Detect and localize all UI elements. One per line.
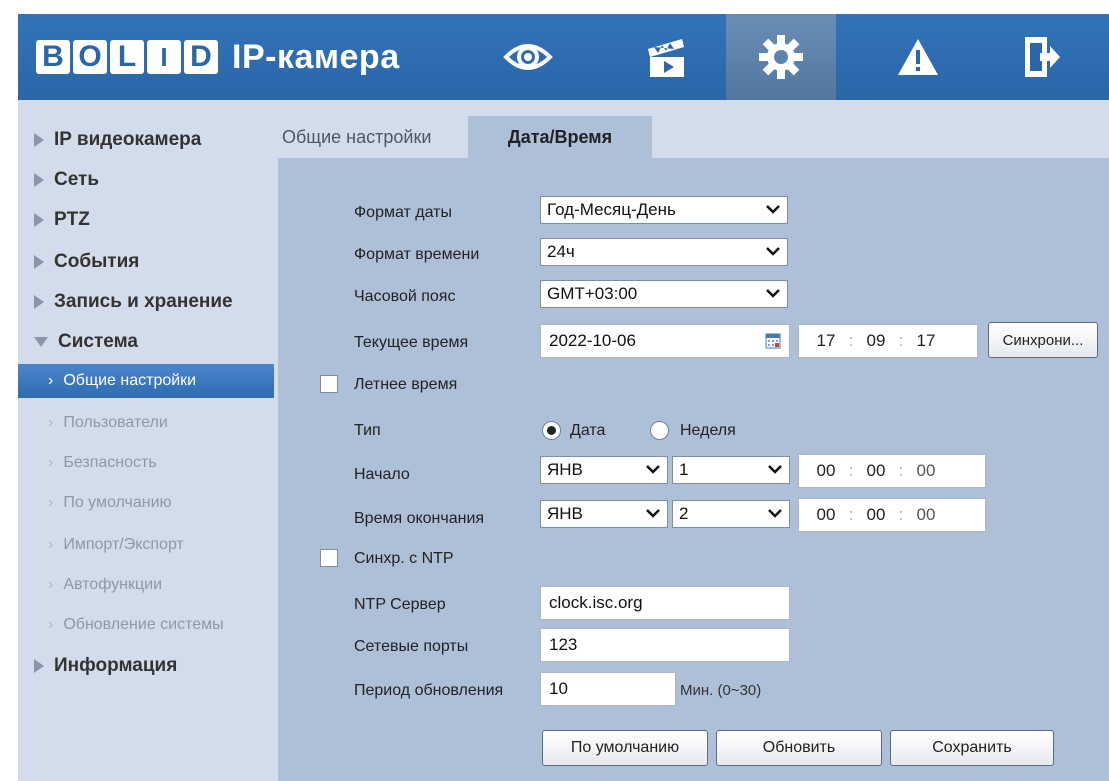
- brand-logo: B O L I D: [36, 40, 218, 74]
- sidebar-item-info[interactable]: Информация: [34, 652, 177, 680]
- type-week-label: Неделя: [680, 422, 736, 439]
- sidebar-subitem-security[interactable]: › Безпасность: [18, 446, 274, 480]
- chevron-right-icon: ›: [48, 616, 54, 633]
- dst-start-label: Начало: [354, 466, 410, 483]
- settings-icon[interactable]: [726, 14, 836, 100]
- chevron-down-icon: [768, 509, 782, 518]
- update-period-unit: Мин. (0~30): [680, 682, 762, 699]
- sidebar-subitem-import-export[interactable]: › Импорт/Экспорт: [18, 528, 274, 562]
- playback-icon[interactable]: [622, 14, 710, 100]
- end-month-select[interactable]: ЯНВ: [540, 500, 668, 528]
- sidebar-item-storage[interactable]: Запись и хранение: [34, 288, 233, 316]
- ntp-checkbox[interactable]: [320, 549, 338, 567]
- chevron-right-icon: ›: [48, 494, 54, 511]
- sidebar-subitem-users[interactable]: › Пользователи: [18, 406, 274, 440]
- sidebar-subitem-general[interactable]: › Общие настройки: [18, 364, 274, 398]
- sidebar-item-events[interactable]: События: [34, 248, 139, 276]
- chevron-down-icon: [768, 465, 782, 474]
- current-time-label: Текущее время: [354, 334, 469, 351]
- sync-pc-button[interactable]: Синхрони...: [988, 322, 1098, 358]
- date-format-select[interactable]: Год-Месяц-День: [540, 196, 788, 224]
- timezone-select[interactable]: GMT+03:00: [540, 280, 788, 308]
- time-format-select[interactable]: 24ч: [540, 238, 788, 266]
- start-month-select[interactable]: ЯНВ: [540, 456, 668, 484]
- chevron-down-icon: [766, 205, 780, 214]
- sidebar: IP видеокамера Сеть PTZ События Запись и…: [18, 100, 278, 781]
- type-date-label: Дата: [570, 422, 606, 439]
- tab-general[interactable]: Общие настройки: [278, 116, 468, 158]
- timezone-label: Часовой пояс: [354, 288, 456, 305]
- sidebar-item-ip-camera[interactable]: IP видеокамера: [34, 126, 201, 154]
- chevron-right-icon: ›: [48, 454, 54, 471]
- logo: B O L I D IP-камера: [36, 38, 400, 76]
- refresh-button[interactable]: Обновить: [716, 730, 882, 766]
- expand-arrow-icon: [34, 255, 44, 269]
- chevron-right-icon: ›: [48, 536, 54, 553]
- start-time-input[interactable]: 00 : 00 : 00: [798, 454, 986, 488]
- ntp-server-input[interactable]: clock.isc.org: [540, 586, 790, 620]
- type-date-radio[interactable]: [542, 421, 561, 440]
- date-format-label: Формат даты: [354, 204, 452, 221]
- sidebar-item-network[interactable]: Сеть: [34, 166, 99, 194]
- sidebar-subitem-default[interactable]: › По умолчанию: [18, 486, 274, 520]
- sidebar-item-system[interactable]: Система: [34, 328, 138, 356]
- sidebar-subitem-auto-functions[interactable]: › Автофункции: [18, 568, 274, 602]
- type-week-radio[interactable]: [650, 421, 669, 440]
- chevron-right-icon: ›: [48, 414, 54, 431]
- app-title: IP-камера: [232, 37, 400, 76]
- content-area: Общие настройки Дата/Время Формат даты Г…: [278, 100, 1109, 781]
- dst-type-label: Тип: [354, 422, 381, 439]
- collapse-arrow-icon: [34, 337, 48, 347]
- update-period-label: Период обновления: [354, 682, 504, 699]
- update-period-input[interactable]: 10: [540, 672, 676, 706]
- end-time-input[interactable]: 00 : 00 : 00: [798, 498, 986, 532]
- chevron-right-icon: ›: [48, 576, 54, 593]
- chevron-down-icon: [766, 289, 780, 298]
- live-view-icon[interactable]: [484, 14, 572, 100]
- chevron-down-icon: [646, 509, 660, 518]
- current-time-input[interactable]: 17 : 09 : 17: [798, 324, 978, 358]
- calendar-icon[interactable]: [765, 333, 781, 349]
- ntp-server-label: NTP Сервер: [354, 596, 446, 613]
- expand-arrow-icon: [34, 133, 44, 147]
- expand-arrow-icon: [34, 659, 44, 673]
- ports-input[interactable]: 123: [540, 628, 790, 662]
- dst-label: Летнее время: [354, 376, 458, 393]
- top-bar: B O L I D IP-камера: [18, 14, 1109, 100]
- sidebar-subitem-upgrade[interactable]: › Обновление системы: [18, 608, 274, 642]
- ports-label: Сетевые порты: [354, 638, 469, 655]
- expand-arrow-icon: [34, 295, 44, 309]
- chevron-down-icon: [766, 247, 780, 256]
- current-date-input[interactable]: 2022-10-06: [540, 324, 790, 358]
- alarm-icon[interactable]: [874, 14, 962, 100]
- start-day-select[interactable]: 1: [672, 456, 790, 484]
- chevron-right-icon: ›: [48, 372, 54, 389]
- tab-bar: Общие настройки Дата/Время: [278, 116, 652, 158]
- end-day-select[interactable]: 2: [672, 500, 790, 528]
- expand-arrow-icon: [34, 213, 44, 227]
- sidebar-item-ptz[interactable]: PTZ: [34, 206, 90, 234]
- datetime-panel: Формат даты Год-Месяц-День Формат времен…: [278, 158, 1109, 781]
- chevron-down-icon: [646, 465, 660, 474]
- save-button[interactable]: Сохранить: [890, 730, 1054, 766]
- ntp-label: Синхр. с NTP: [354, 550, 454, 567]
- dst-checkbox[interactable]: [320, 375, 338, 393]
- time-format-label: Формат времени: [354, 246, 480, 263]
- tab-datetime[interactable]: Дата/Время: [468, 116, 652, 158]
- expand-arrow-icon: [34, 173, 44, 187]
- default-button[interactable]: По умолчанию: [542, 730, 708, 766]
- logout-icon[interactable]: [998, 14, 1086, 100]
- dst-end-label: Время окончания: [354, 510, 485, 527]
